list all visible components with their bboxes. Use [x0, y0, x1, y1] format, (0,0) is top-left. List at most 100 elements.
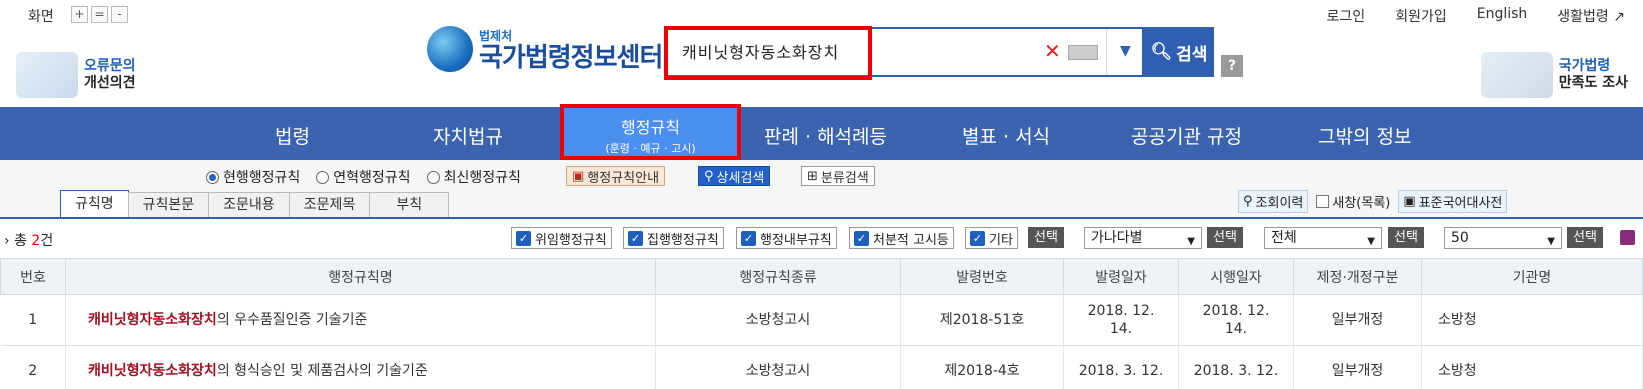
tab-article-title[interactable]: 조문제목 — [288, 192, 371, 218]
row-org: 소방청 — [1421, 345, 1643, 389]
page-size-select[interactable]: 50 ▼ — [1444, 227, 1562, 249]
table-row[interactable]: 2 캐비닛형자동소화장치의 형식승인 및 제품검사의 기술기준 소방청고시 제2… — [0, 345, 1643, 389]
check-other[interactable]: ✓ 기타 — [965, 227, 1018, 249]
checked-icon: ✓ — [516, 230, 531, 246]
english-link[interactable]: English — [1477, 6, 1528, 26]
history-button[interactable]: ⚲ 조회이력 — [1238, 190, 1309, 213]
row-org: 소방청 — [1421, 294, 1643, 346]
tab-article-content[interactable]: 조문내용 — [208, 192, 290, 218]
checkbox-icon — [1316, 195, 1330, 208]
radio-history[interactable]: 연혁행정규칙 — [316, 167, 411, 187]
nav-precedents[interactable]: 판례 · 해석례등 — [764, 122, 887, 149]
nav-admin-rules[interactable]: 행정규칙 (훈령 · 예규 · 고시) — [560, 104, 741, 160]
site-logo[interactable]: 법제처 국가법령정보센터 — [427, 26, 663, 73]
life-law-link[interactable]: 생활법령 ↗ — [1557, 6, 1625, 26]
search-icon: ⚲ — [1243, 194, 1253, 209]
checked-icon: ✓ — [741, 230, 756, 246]
radio-off-icon — [316, 170, 330, 184]
radio-current[interactable]: 현행행정규칙 — [206, 167, 300, 187]
logo-title: 국가법령정보센터 — [479, 42, 663, 73]
main-nav: 법령 자치법규 판례 · 해석례등 별표 · 서식 공공기관 규정 그밖의 정보 — [0, 107, 1643, 160]
nav-admin-rules-title: 행정규칙 — [621, 118, 680, 137]
row-amend-type: 일부개정 — [1293, 294, 1422, 346]
book-icon: ▣ — [1403, 194, 1416, 209]
zoom-in-button[interactable]: + — [71, 6, 88, 23]
nav-laws[interactable]: 법령 — [275, 122, 310, 149]
dictionary-button[interactable]: ▣ 표준국어대사전 — [1398, 190, 1508, 213]
clear-icon[interactable]: ✕ — [1044, 39, 1061, 63]
checked-icon: ✓ — [628, 230, 643, 246]
row-issue-date: 2018. 12. 14. — [1063, 294, 1179, 346]
nav-forms[interactable]: 별표 · 서식 — [962, 122, 1050, 149]
survey-promo[interactable]: 국가법령 만족도 조사 — [1480, 52, 1628, 98]
search-highlight-box — [664, 26, 872, 80]
radio-on-icon — [206, 170, 219, 184]
tab-rule-body[interactable]: 규칙본문 — [127, 192, 210, 218]
feedback-line2: 개선의견 — [84, 75, 136, 91]
check-internal[interactable]: ✓ 행정내부규칙 — [736, 227, 837, 249]
search-button[interactable]: 🔍︎ 검색 — [1144, 27, 1214, 77]
dropdown-arrow-icon[interactable]: ▼ — [1120, 43, 1131, 59]
feedback-illustration-icon — [16, 52, 78, 98]
th-name: 행정규칙명 — [65, 258, 656, 295]
zoom-reset-button[interactable]: = — [91, 6, 108, 23]
save-icon[interactable] — [1620, 230, 1635, 245]
th-org: 기관명 — [1421, 258, 1643, 295]
top-links: 로그인 회원가입 English 생활법령 ↗ — [1327, 6, 1625, 26]
tab-rule-name[interactable]: 규칙명 — [60, 190, 129, 218]
guide-button[interactable]: ▣ 행정규칙안내 — [566, 166, 666, 186]
check-executive[interactable]: ✓ 집행행정규칙 — [623, 227, 724, 249]
survey-line1: 국가법령 — [1558, 58, 1611, 74]
magnifier-check-icon: ⚲ — [704, 168, 714, 184]
apply-type-button[interactable]: 선택 — [1028, 227, 1064, 248]
row-name-link[interactable]: 캐비닛형자동소화장치의 우수품질인증 기술기준 — [65, 294, 656, 346]
row-issue-date: 2018. 3. 12. — [1063, 345, 1179, 389]
apply-sort-button[interactable]: 선택 — [1207, 227, 1243, 248]
category-search-button[interactable]: ⊞ 분류검색 — [801, 166, 875, 186]
table-row[interactable]: 1 캐비닛형자동소화장치의 우수품질인증 기술기준 소방청고시 제2018-51… — [0, 294, 1643, 346]
results-table: 번호 행정규칙명 행정규칙종류 발령번호 발령일자 시행일자 제정·개정구분 기… — [0, 258, 1643, 389]
row-name-link[interactable]: 캐비닛형자동소화장치의 형식승인 및 제품검사의 기술기준 — [65, 345, 656, 389]
login-link[interactable]: 로그인 — [1327, 6, 1366, 26]
search-icon: 🔍︎ — [1150, 42, 1173, 62]
row-number: 제2018-51호 — [900, 294, 1064, 346]
filter-row: › 총 2건 ✓ 위임행정규칙 ✓ 집행행정규칙 ✓ 행정내부규칙 ✓ 처분적 고시등 … — [0, 222, 1643, 256]
nav-other-info[interactable]: 그밖의 정보 — [1318, 122, 1411, 149]
th-kind: 행정규칙종류 — [655, 258, 901, 295]
nav-local-laws[interactable]: 자치법규 — [433, 122, 503, 149]
globe-logo-icon — [427, 26, 473, 72]
right-links: ⚲ 조회이력 새창(목록) ▣ 표준국어대사전 — [1238, 190, 1508, 213]
help-button[interactable]: ? — [1221, 55, 1243, 77]
search-divider — [1106, 29, 1107, 75]
apply-page-size-button[interactable]: 선택 — [1567, 227, 1603, 248]
chevron-down-icon: ▼ — [1367, 236, 1375, 247]
th-no: 번호 — [0, 258, 66, 295]
feedback-promo[interactable]: 오류문의 개선의견 — [16, 52, 136, 98]
radio-latest[interactable]: 최신행정규칙 — [426, 167, 521, 187]
checked-icon: ✓ — [854, 230, 869, 246]
zoom-out-button[interactable]: - — [111, 6, 128, 23]
detail-search-button[interactable]: ⚲ 상세검색 — [698, 166, 771, 186]
signup-link[interactable]: 회원가입 — [1395, 6, 1447, 26]
newwin-checkbox[interactable]: 새창(목록) — [1316, 192, 1390, 211]
feedback-line1: 오류문의 — [84, 58, 136, 74]
sort-select[interactable]: 가나다별 ▼ — [1084, 227, 1202, 249]
zoom-controls: + = - — [71, 6, 128, 23]
apply-scope-button[interactable]: 선택 — [1388, 227, 1424, 248]
tab-underline — [0, 217, 1643, 219]
row-number: 제2018-4호 — [900, 345, 1064, 389]
table-header-row: 번호 행정규칙명 행정규칙종류 발령번호 발령일자 시행일자 제정·개정구분 기… — [0, 258, 1643, 295]
survey-line2: 만족도 조사 — [1558, 75, 1628, 91]
scope-select[interactable]: 전체 ▼ — [1264, 227, 1382, 249]
th-issue-date: 발령일자 — [1063, 258, 1179, 295]
check-disposition[interactable]: ✓ 처분적 고시등 — [849, 227, 954, 249]
row-kind: 소방청고시 — [655, 294, 901, 346]
rule-type-radios: 현행행정규칙 연혁행정규칙 최신행정규칙 — [206, 167, 521, 187]
search-tabs: 규칙명 규칙본문 조문내용 조문제목 부칙 — [60, 190, 450, 218]
checked-icon: ✓ — [970, 230, 985, 246]
nav-public-rules[interactable]: 공공기관 규정 — [1131, 122, 1242, 149]
check-delegated[interactable]: ✓ 위임행정규칙 — [511, 227, 612, 249]
tab-supplementary[interactable]: 부칙 — [369, 192, 450, 218]
logo-subtitle: 법제처 — [479, 28, 513, 43]
keyboard-icon[interactable] — [1068, 45, 1098, 60]
